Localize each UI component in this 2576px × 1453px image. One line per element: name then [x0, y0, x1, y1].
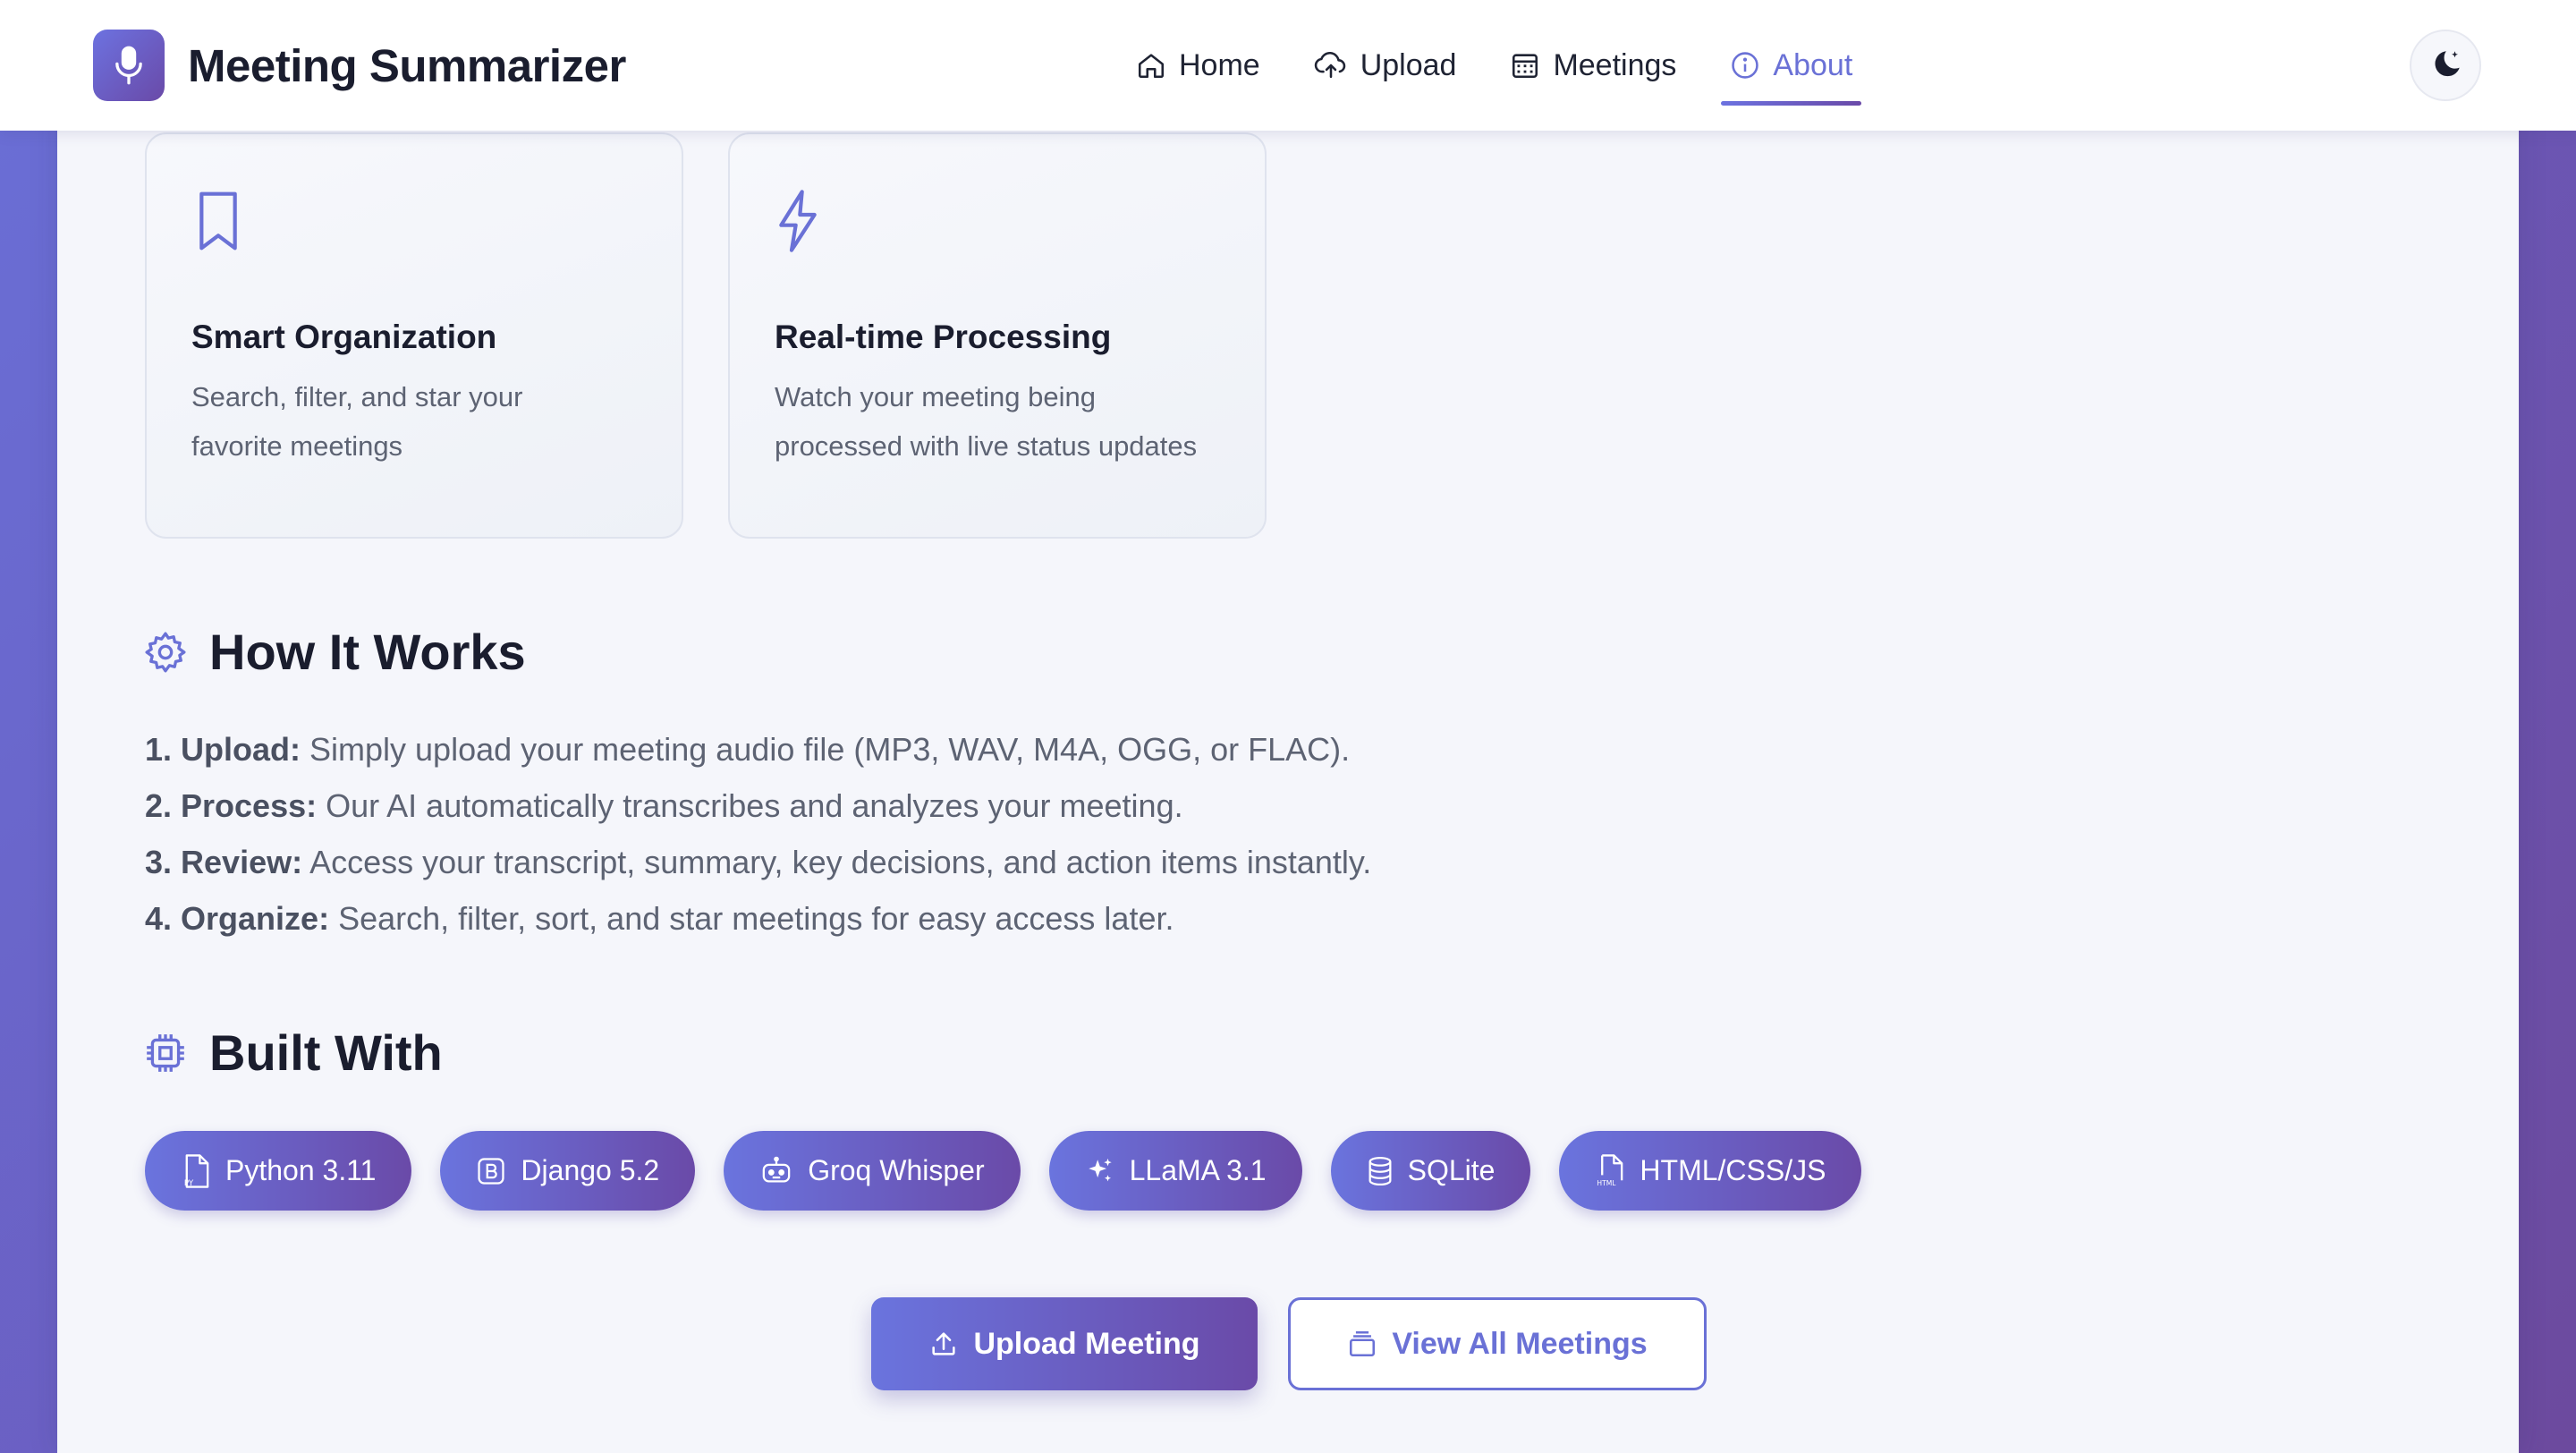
- feature-description: Watch your meeting being processed with …: [775, 381, 1198, 462]
- cloud-upload-icon: [1314, 52, 1345, 79]
- brand[interactable]: Meeting Summarizer: [93, 30, 626, 101]
- moon-stars-icon: [2435, 51, 2460, 77]
- step-text: Search, filter, sort, and star meetings …: [329, 900, 1174, 937]
- step-text: Our AI automatically transcribes and ana…: [317, 787, 1183, 824]
- python-file-icon: PY: [184, 1153, 209, 1188]
- lightning-icon: [776, 190, 819, 257]
- nav-upload[interactable]: Upload: [1287, 0, 1484, 131]
- section-title-text: Built With: [209, 1024, 443, 1081]
- tech-pill-sqlite: SQLite: [1330, 1131, 1531, 1211]
- svg-text:HTML: HTML: [1597, 1179, 1617, 1187]
- main-nav: Home Upload Meetings About: [1109, 0, 1879, 131]
- feature-card-smart-organization: Smart Organization Search, filter, and s…: [145, 132, 683, 539]
- tech-pill-django: Django 5.2: [440, 1131, 696, 1211]
- step-text: Access your transcript, summary, key dec…: [302, 844, 1372, 880]
- database-icon: [1368, 1156, 1392, 1185]
- upload-icon: [932, 1332, 956, 1355]
- robot-icon: [762, 1156, 791, 1182]
- svg-text:PY: PY: [184, 1179, 194, 1188]
- tech-label: Django 5.2: [521, 1154, 660, 1186]
- bookmark-icon: [193, 190, 243, 257]
- steps-list: 1. Upload: Simply upload your meeting au…: [145, 721, 1371, 947]
- tech-pill-groq-whisper: Groq Whisper: [724, 1131, 1021, 1211]
- nav-home[interactable]: Home: [1109, 0, 1287, 131]
- tech-label: LLaMA 3.1: [1129, 1154, 1267, 1186]
- step-text: Simply upload your meeting audio file (M…: [301, 731, 1351, 768]
- sparkles-icon: [1088, 1158, 1112, 1181]
- nav-home-label: Home: [1179, 47, 1260, 82]
- gear-icon: [145, 632, 186, 672]
- feature-card-realtime-processing: Real-time Processing Watch your meeting …: [728, 132, 1267, 539]
- action-buttons: Upload Meeting View All Meetings: [871, 1297, 1707, 1390]
- feature-title: Real-time Processing: [775, 319, 1112, 355]
- step-item: 2. Process: Our AI automatically transcr…: [145, 777, 1371, 834]
- home-icon: [1138, 54, 1165, 79]
- built-with-heading: Built With: [143, 1024, 443, 1082]
- tech-label: SQLite: [1407, 1154, 1496, 1186]
- nav-meetings[interactable]: Meetings: [1483, 0, 1703, 131]
- tech-label: Python 3.11: [225, 1154, 377, 1186]
- upload-meeting-label: Upload Meeting: [973, 1326, 1200, 1361]
- step-item: 4. Organize: Search, filter, sort, and s…: [145, 890, 1371, 947]
- cpu-icon: [147, 1033, 184, 1072]
- tech-pill-python: PY Python 3.11: [145, 1131, 412, 1211]
- tech-label: Groq Whisper: [808, 1154, 985, 1186]
- feature-title: Smart Organization: [191, 319, 497, 355]
- nav-upload-label: Upload: [1360, 47, 1457, 82]
- stack-icon: [1350, 1330, 1376, 1357]
- step-item: 1. Upload: Simply upload your meeting au…: [145, 721, 1371, 777]
- upload-meeting-button[interactable]: Upload Meeting: [871, 1297, 1258, 1390]
- step-label: 2. Process:: [145, 787, 318, 824]
- section-title-text: How It Works: [209, 624, 526, 680]
- view-all-meetings-button[interactable]: View All Meetings: [1288, 1297, 1707, 1390]
- view-all-meetings-label: View All Meetings: [1392, 1326, 1648, 1361]
- nav-about-label: About: [1773, 47, 1853, 82]
- tech-pill-llama: LLaMA 3.1: [1048, 1131, 1302, 1211]
- nav-about[interactable]: About: [1703, 0, 1879, 131]
- top-navbar: Meeting Summarizer Home Upload Meetings …: [0, 0, 2576, 131]
- nav-meetings-label: Meetings: [1553, 47, 1677, 82]
- feature-description: Search, filter, and star your favorite m…: [191, 381, 523, 462]
- html-file-icon: HTML: [1597, 1153, 1623, 1187]
- about-content: Smart Organization Search, filter, and s…: [57, 107, 2519, 1453]
- step-item: 3. Review: Access your transcript, summa…: [145, 834, 1371, 890]
- tech-pill-html-css-js: HTML HTML/CSS/JS: [1559, 1131, 1862, 1211]
- theme-toggle-button[interactable]: [2410, 30, 2481, 101]
- info-icon: [1732, 52, 1759, 79]
- tech-stack-list: PY Python 3.11 Django 5.2 Groq Whisper L…: [145, 1131, 1890, 1211]
- app-title: Meeting Summarizer: [188, 39, 626, 91]
- calendar-icon: [1513, 54, 1538, 79]
- how-it-works-heading: How It Works: [143, 623, 526, 681]
- bootstrap-icon: [478, 1157, 505, 1185]
- step-label: 3. Review:: [145, 844, 303, 880]
- step-label: 4. Organize:: [145, 900, 330, 937]
- microphone-icon: [93, 30, 165, 101]
- tech-label: HTML/CSS/JS: [1640, 1154, 1826, 1186]
- step-label: 1. Upload:: [145, 731, 301, 768]
